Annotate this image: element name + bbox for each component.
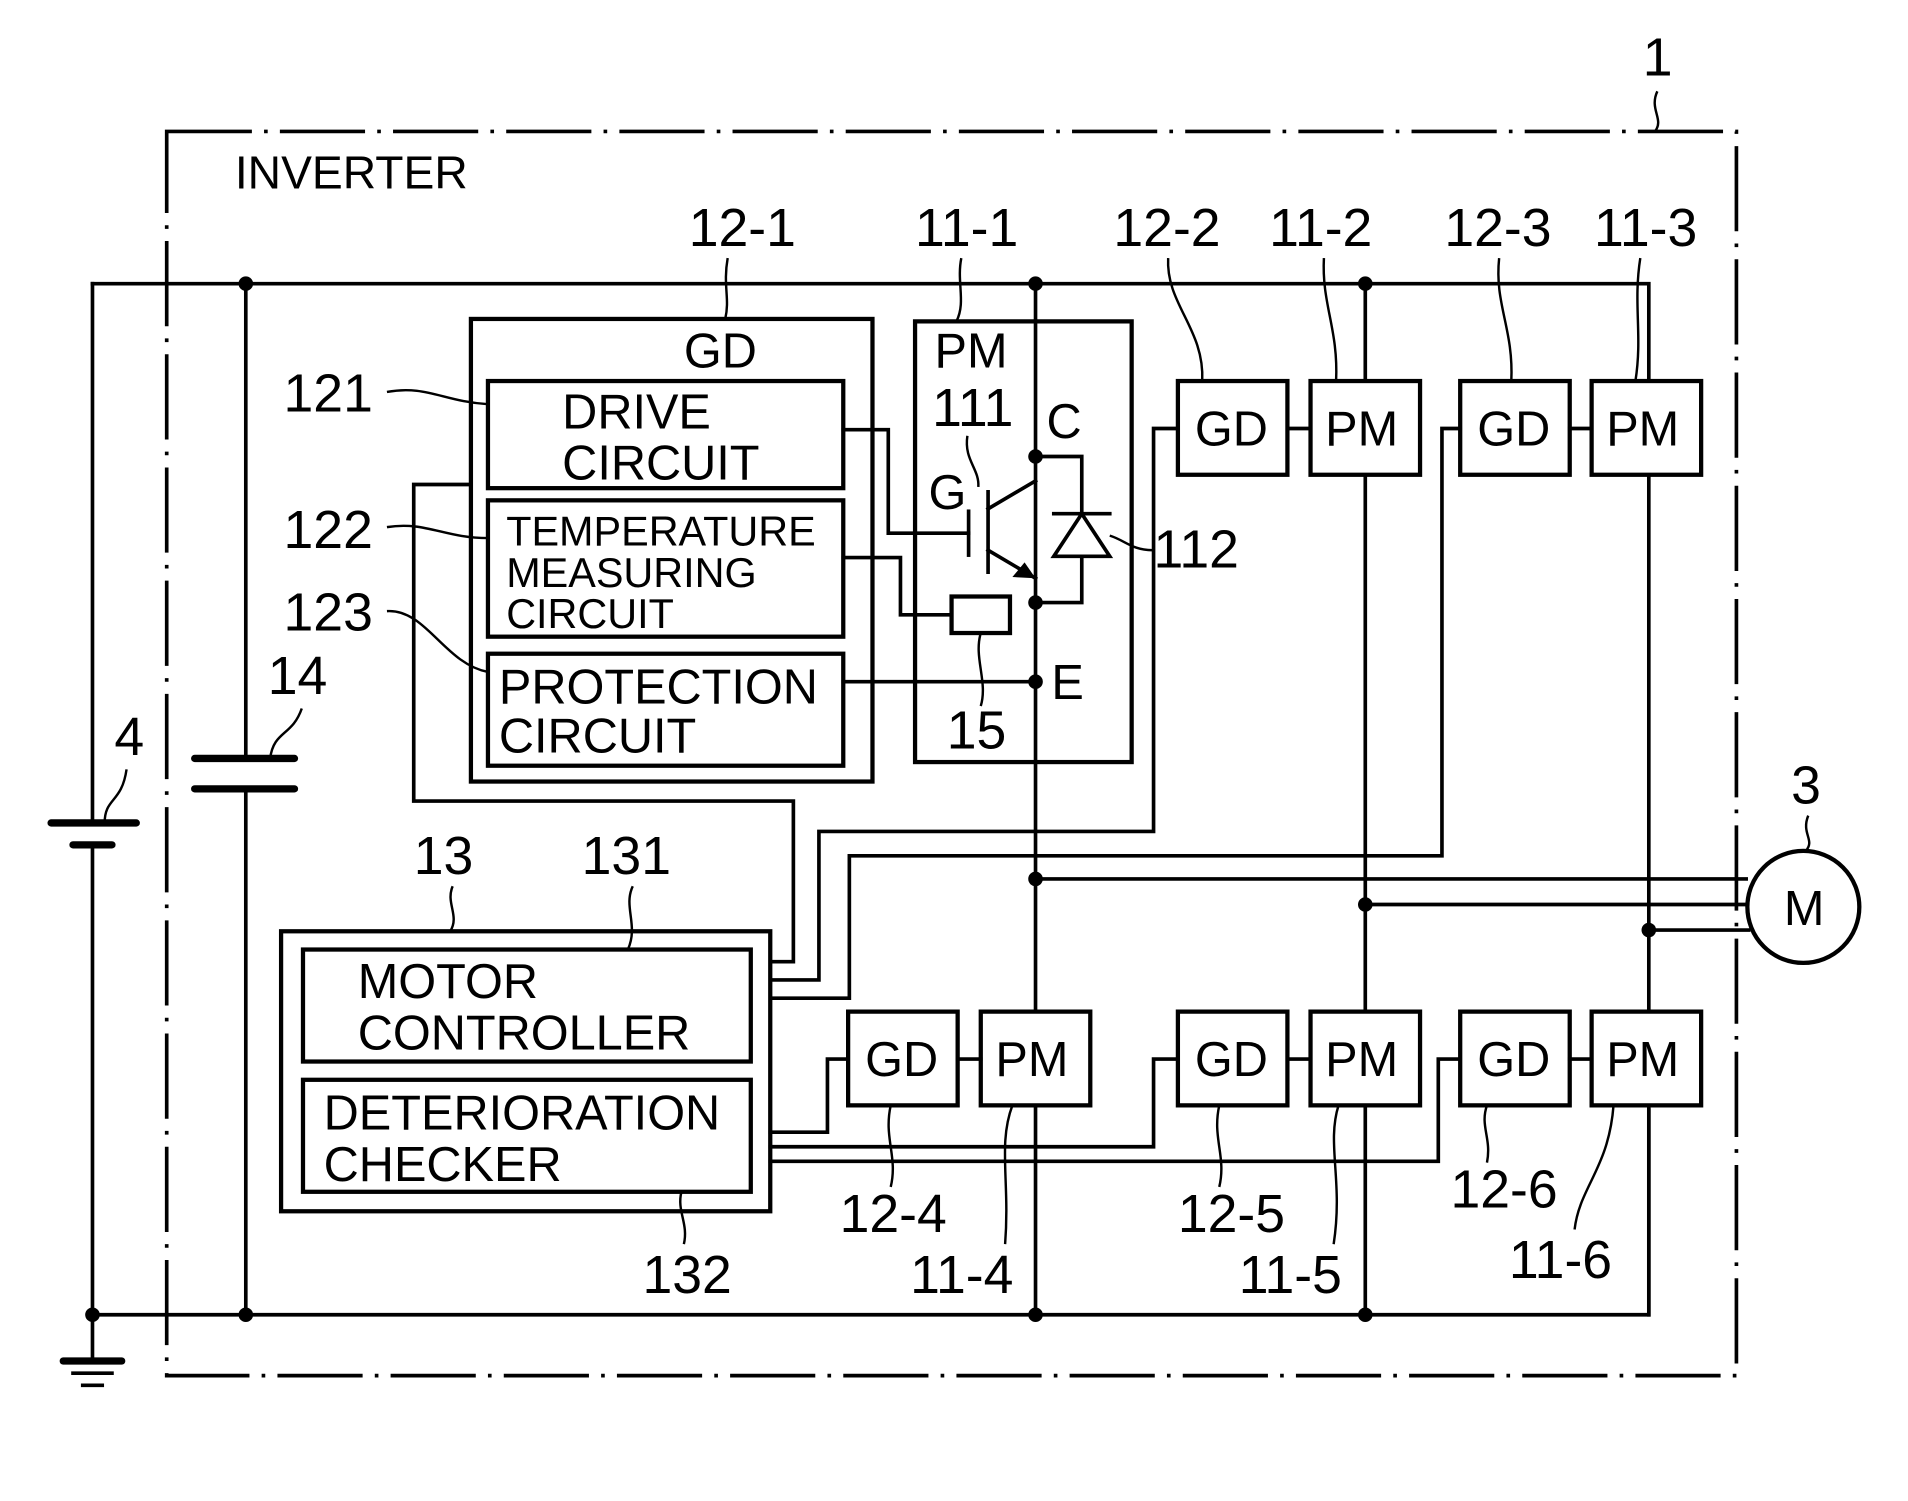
capacitor-ref-leader: [268, 708, 303, 759]
temperature-circuit-ref-label: 122: [284, 501, 373, 560]
gate-driver-12-1-ref-label: 12-1: [689, 199, 796, 258]
power-module-11-5-ref-label: 11-5: [1239, 1246, 1342, 1305]
temperature-circuit-line2: MEASURING: [506, 550, 757, 596]
power-module-11-1-title: PM: [935, 325, 1008, 379]
protection-circuit-line1: PROTECTION: [499, 661, 818, 715]
inverter-label: INVERTER: [235, 147, 468, 199]
gate-driver-12-5-ref-label: 12-5: [1178, 1185, 1285, 1244]
gd-12-4-control-wire: [768, 1057, 850, 1134]
temperature-circuit-line3: CIRCUIT: [506, 591, 674, 637]
gate-driver-12-3-leader: [1497, 257, 1513, 382]
gate-driver-12-1-title: GD: [684, 325, 757, 379]
gate-driver-12-6-leader: [1483, 1104, 1490, 1163]
gd-label: GD: [1477, 1033, 1550, 1087]
motor-controller-line2: CONTROLLER: [358, 1006, 691, 1060]
power-module-11-1-ref-label: 11-1: [915, 199, 1018, 258]
lower-module-pair-2: GD PM 12-5 11-5: [1175, 1009, 1423, 1305]
power-module-11-6-leader: [1573, 1105, 1615, 1230]
system-ref-leader: [1653, 90, 1660, 133]
gate-driver-12-5-leader: [1215, 1105, 1223, 1188]
drive-circuit-line2: CIRCUIT: [562, 437, 759, 491]
junction-dot: [1357, 1307, 1373, 1323]
battery-ref-label: 4: [114, 708, 144, 767]
gate-label: G: [928, 466, 966, 520]
pm-label: PM: [995, 1033, 1068, 1087]
power-module-11-3-ref-label: 11-3: [1594, 199, 1697, 258]
power-module-11-5-leader: [1332, 1104, 1340, 1245]
junction-dot: [1641, 922, 1657, 938]
gate-driver-12-1-leader: [724, 257, 729, 320]
pm-label: PM: [1325, 403, 1398, 457]
gd-label: GD: [865, 1033, 938, 1087]
gd-label: GD: [1195, 1033, 1268, 1087]
gate-driver-12-4-ref-label: 12-4: [840, 1185, 947, 1244]
gd-label: GD: [1195, 403, 1268, 457]
pm-label: PM: [1606, 403, 1679, 457]
drive-circuit-line1: DRIVE: [562, 386, 711, 440]
battery: [47, 281, 140, 1317]
drive-circuit-ref-label: 121: [284, 364, 373, 423]
system-ref-label: 1: [1643, 28, 1673, 87]
capacitor-ref-label: 14: [268, 647, 328, 706]
protection-circuit-line2: CIRCUIT: [499, 709, 696, 763]
power-module-11-1-leader: [955, 257, 963, 322]
gate-driver-12-3-ref-label: 12-3: [1444, 199, 1551, 258]
emitter-label: E: [1051, 656, 1083, 710]
junction-dot: [85, 1307, 100, 1323]
gate-driver-12-2-leader: [1166, 258, 1204, 382]
power-module-11-4-leader: [1003, 1104, 1014, 1245]
power-module-11-4-ref-label: 11-4: [910, 1246, 1013, 1305]
power-module-11-3-leader: [1634, 257, 1642, 382]
junction-dot: [1028, 871, 1043, 887]
motor-ref-leader: [1804, 815, 1811, 852]
controller-ref-label: 13: [414, 827, 474, 886]
gd-label: GD: [1477, 403, 1550, 457]
junction-dot: [1357, 276, 1373, 291]
upper-module-pair-2: GD PM 12-3 11-3: [1444, 199, 1704, 477]
inverter-circuit-diagram: INVERTER 1 4 14 12-1 GD DRIVE CIRCUIT 12…: [47, 28, 1862, 1388]
temperature-circuit-line1: TEMPERATURE: [506, 508, 816, 554]
lower-module-pair-3: GD PM 12-6 11-6: [1450, 1009, 1704, 1290]
pm-label: PM: [1325, 1033, 1398, 1087]
ground-icon: [59, 1312, 126, 1388]
junction-dot: [238, 1307, 254, 1323]
deterioration-checker-line2: CHECKER: [324, 1138, 562, 1192]
temperature-sensor: [949, 594, 1013, 636]
gate-driver-12-6-ref-label: 12-6: [1450, 1161, 1557, 1220]
deterioration-checker-ref-label: 132: [642, 1246, 731, 1305]
gd-12-5-control-wire: [768, 1057, 1180, 1149]
sensor-ref-label: 15: [947, 702, 1007, 761]
junction-dot: [238, 276, 254, 291]
controller-ref-leader: [449, 885, 455, 932]
deterioration-checker-line1: DETERIORATION: [324, 1087, 721, 1141]
upper-module-pair-1: GD PM 12-2 11-2: [1113, 199, 1423, 477]
motor-label: M: [1784, 882, 1825, 936]
protection-circuit-ref-label: 123: [284, 584, 373, 643]
pm-label: PM: [1606, 1033, 1679, 1087]
battery-ref-leader: [103, 769, 128, 823]
diode-ref-label: 112: [1154, 520, 1239, 579]
gate-driver-12-2-ref-label: 12-2: [1113, 199, 1220, 258]
power-module-11-2-leader: [1322, 258, 1338, 382]
junction-dot: [1357, 897, 1373, 912]
motor-controller-ref-label: 131: [582, 827, 671, 886]
power-module-11-6-ref-label: 11-6: [1509, 1231, 1612, 1290]
collector-label: C: [1046, 395, 1081, 449]
power-module-11-2-ref-label: 11-2: [1269, 199, 1372, 258]
motor-ref-label: 3: [1791, 756, 1821, 815]
motor-controller-line1: MOTOR: [358, 955, 538, 1009]
junction-dot: [1028, 276, 1043, 291]
igbt-ref-label: 111: [932, 379, 1013, 438]
